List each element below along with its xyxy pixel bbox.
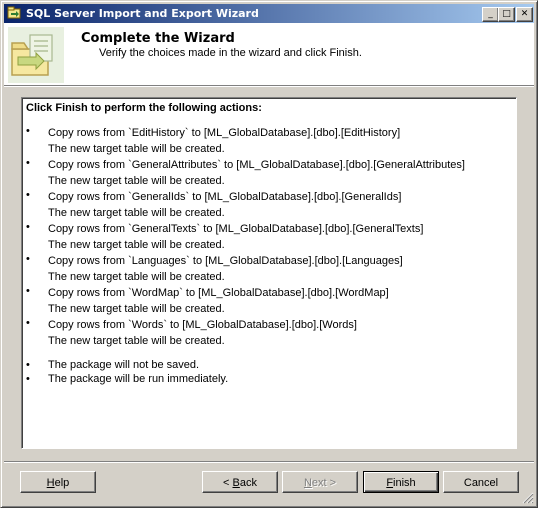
action-item: • Copy rows from `Words` to [ML_GlobalDat… [26,317,512,349]
help-button-key: H [46,477,55,489]
bullet-icon: • [26,157,30,169]
summary-content: Click Finish to perform the following ac… [26,102,512,444]
back-button[interactable]: < Back [202,471,278,493]
minimize-button[interactable]: _ [482,7,499,22]
help-button[interactable]: Help [20,471,96,493]
action-copy-text: Copy rows from `GeneralTexts` to [ML_Glo… [48,223,424,235]
next-button-post: ext > [311,477,337,489]
back-button-key: B [232,477,240,489]
action-item: • Copy rows from `GeneralIds` to [ML_Glob… [26,189,512,221]
bullet-icon: • [26,189,30,201]
bullet-icon: • [26,317,30,329]
action-item: • Copy rows from `Languages` to [ML_Globa… [26,253,512,285]
next-button-key: N [303,477,312,489]
package-note: • The package will be run immediately. [26,372,512,386]
action-copy-text: Copy rows from `WordMap` to [ML_GlobalDa… [48,287,389,299]
bullet-icon: • [26,373,30,385]
wizard-window: SQL Server Import and Export Wizard _ □ … [0,0,538,508]
summary-heading: Click Finish to perform the following ac… [26,102,262,114]
action-copy-text: Copy rows from `GeneralAttributes` to [M… [48,159,465,171]
package-note: • The package will not be saved. [26,358,512,372]
next-button[interactable]: Next > [282,471,358,493]
window-title: SQL Server Import and Export Wizard [26,7,259,20]
action-note-text: The new target table will be created. [48,207,225,219]
bullet-icon: • [26,253,30,265]
page-subtitle: Verify the choices made in the wizard an… [99,47,362,59]
action-copy-text: Copy rows from `Languages` to [ML_Global… [48,255,403,267]
action-item: • Copy rows from `GeneralAttributes` to [… [26,157,512,189]
action-item: • Copy rows from `EditHistory` to [ML_Glo… [26,125,512,157]
title-bar[interactable]: SQL Server Import and Export Wizard _ □ … [4,4,534,23]
wizard-folder-icon [8,27,64,83]
action-list: • Copy rows from `EditHistory` to [ML_Glo… [26,125,512,349]
page-title: Complete the Wizard [81,31,235,46]
action-copy-text: Copy rows from `EditHistory` to [ML_Glob… [48,127,401,139]
wizard-header: Complete the Wizard Verify the choices m… [4,23,534,85]
close-button[interactable]: ✕ [516,7,533,22]
action-note-text: The new target table will be created. [48,271,225,283]
bullet-icon: • [26,125,30,137]
finish-button[interactable]: Finish [363,471,439,493]
resize-grip-icon[interactable] [522,492,534,504]
app-icon [7,6,21,19]
bullet-icon: • [26,285,30,297]
action-item: • Copy rows from `GeneralTexts` to [ML_Gl… [26,221,512,253]
action-copy-text: Copy rows from `Words` to [ML_GlobalData… [48,319,357,331]
package-notes: • The package will not be saved. • The pack… [26,358,512,386]
summary-box[interactable]: Click Finish to perform the following ac… [21,97,517,449]
package-note-text: The package will be run immediately. [48,373,229,385]
action-copy-text: Copy rows from `GeneralIds` to [ML_Globa… [48,191,402,203]
back-button-post: ack [239,477,257,489]
back-button-pre: < [223,477,233,489]
footer-divider [4,461,534,463]
action-note-text: The new target table will be created. [48,303,225,315]
action-item: • Copy rows from `WordMap` to [ML_GlobalD… [26,285,512,317]
action-note-text: The new target table will be created. [48,335,225,347]
action-note-text: The new target table will be created. [48,239,225,251]
bullet-icon: • [26,221,30,233]
action-note-text: The new target table will be created. [48,143,225,155]
bullet-icon: • [26,359,30,371]
help-button-post: elp [54,477,70,489]
maximize-button[interactable]: □ [498,7,515,22]
cancel-button[interactable]: Cancel [443,471,519,493]
finish-button-post: inish [393,477,416,489]
header-divider [4,85,534,87]
action-note-text: The new target table will be created. [48,175,225,187]
package-note-text: The package will not be saved. [48,359,200,371]
